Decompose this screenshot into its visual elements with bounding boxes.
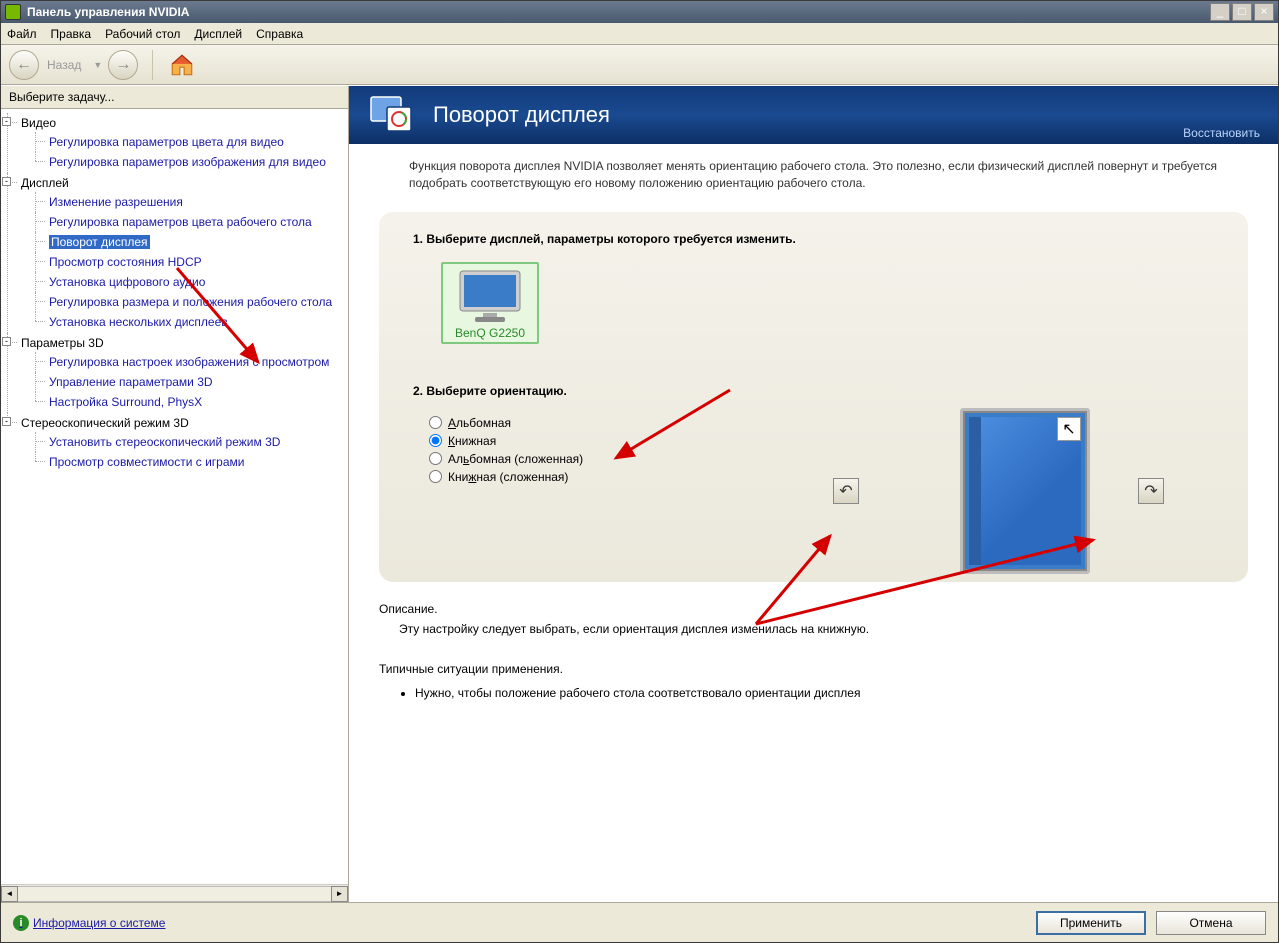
tree-toggle[interactable]: - bbox=[2, 177, 11, 186]
orientation-option[interactable]: Альбомная bbox=[429, 414, 1214, 432]
tree-item-rotate-display[interactable]: Поворот дисплея bbox=[49, 235, 150, 249]
content-pane: Поворот дисплея Восстановить Функция пов… bbox=[349, 86, 1278, 902]
monitor-icon bbox=[455, 269, 525, 324]
restore-defaults-link[interactable]: Восстановить bbox=[1183, 126, 1260, 140]
info-icon: i bbox=[13, 915, 29, 931]
preview-swap-button[interactable]: ↖ bbox=[1057, 417, 1081, 441]
rotate-cw-icon: ↷ bbox=[1144, 481, 1157, 501]
description-label: Описание. bbox=[379, 602, 1248, 616]
orientation-option[interactable]: Книжная (сложенная) bbox=[429, 468, 1214, 486]
rotate-ccw-icon: ↶ bbox=[839, 481, 852, 501]
orientation-preview: ↖ bbox=[960, 408, 1090, 574]
page-title: Поворот дисплея bbox=[433, 102, 1258, 128]
window-title: Панель управления NVIDIA bbox=[27, 5, 1210, 19]
tree-group-stereo[interactable]: Стереоскопический режим 3D bbox=[21, 416, 189, 430]
content-header: Поворот дисплея Восстановить bbox=[349, 86, 1278, 144]
tree-toggle[interactable]: - bbox=[2, 337, 11, 346]
display-thumbnail[interactable]: BenQ G2250 bbox=[441, 262, 539, 344]
system-info-label: Информация о системе bbox=[33, 916, 165, 930]
scroll-right-button[interactable]: ► bbox=[331, 886, 348, 902]
rotate-display-icon bbox=[369, 93, 417, 137]
sidebar-header: Выберите задачу... bbox=[1, 86, 348, 109]
tree-item[interactable]: Изменение разрешения bbox=[49, 195, 183, 209]
tree-item[interactable]: Установка нескольких дисплеев bbox=[49, 315, 228, 329]
home-button[interactable] bbox=[167, 50, 197, 80]
footer: i Информация о системе Применить Отмена bbox=[1, 902, 1278, 942]
nav-back-button[interactable]: ← bbox=[9, 50, 39, 80]
preview-taskbar bbox=[969, 417, 981, 565]
app-window: Панель управления NVIDIA _ □ × Файл Прав… bbox=[0, 0, 1279, 943]
orientation-label[interactable]: Альбомная (сложенная) bbox=[448, 452, 583, 466]
orientation-radio[interactable] bbox=[429, 452, 442, 465]
orientation-label[interactable]: Альбомная bbox=[448, 416, 511, 430]
tree-item[interactable]: Просмотр состояния HDCP bbox=[49, 255, 202, 269]
maximize-button[interactable]: □ bbox=[1232, 3, 1252, 21]
nav-forward-button[interactable]: → bbox=[108, 50, 138, 80]
usage-label: Типичные ситуации применения. bbox=[379, 662, 1248, 676]
tree-item[interactable]: Регулировка размера и положения рабочего… bbox=[49, 295, 332, 309]
settings-panel: 1. Выберите дисплей, параметры которого … bbox=[379, 212, 1248, 582]
system-info-link[interactable]: i Информация о системе bbox=[13, 915, 165, 931]
sidebar: Выберите задачу... - Видео Регулировка п… bbox=[1, 86, 349, 902]
menu-edit[interactable]: Правка bbox=[51, 27, 92, 41]
tree-group-video[interactable]: Видео bbox=[21, 116, 56, 130]
orientation-option[interactable]: Книжная bbox=[429, 432, 1214, 450]
usage-list: Нужно, чтобы положение рабочего стола со… bbox=[379, 686, 1248, 700]
orientation-label[interactable]: Книжная bbox=[448, 434, 496, 448]
orientation-option[interactable]: Альбомная (сложенная) bbox=[429, 450, 1214, 468]
tree-item[interactable]: Установить стереоскопический режим 3D bbox=[49, 435, 280, 449]
tree-item[interactable]: Настройка Surround, PhysX bbox=[49, 395, 202, 409]
tree-item[interactable]: Просмотр совместимости с играми bbox=[49, 455, 244, 469]
sidebar-h-scrollbar[interactable]: ◄ ► bbox=[1, 884, 348, 902]
tree-item[interactable]: Управление параметрами 3D bbox=[49, 375, 213, 389]
titlebar: Панель управления NVIDIA _ □ × bbox=[1, 1, 1278, 23]
chevron-down-icon[interactable]: ▼ bbox=[93, 60, 102, 70]
arrow-right-icon: → bbox=[115, 56, 131, 74]
tree-item[interactable]: Установка цифрового аудио bbox=[49, 275, 205, 289]
intro-text: Функция поворота дисплея NVIDIA позволяе… bbox=[379, 158, 1248, 192]
display-name: BenQ G2250 bbox=[448, 326, 532, 340]
apply-button[interactable]: Применить bbox=[1036, 911, 1146, 935]
orientation-label[interactable]: Книжная (сложенная) bbox=[448, 470, 568, 484]
close-button[interactable]: × bbox=[1254, 3, 1274, 21]
menu-desktop[interactable]: Рабочий стол bbox=[105, 27, 180, 41]
usage-item: Нужно, чтобы положение рабочего стола со… bbox=[415, 686, 1248, 700]
nav-back-label: Назад bbox=[47, 58, 81, 72]
toolbar-separator bbox=[152, 50, 153, 80]
tree-toggle[interactable]: - bbox=[2, 117, 11, 126]
app-icon bbox=[5, 4, 21, 20]
scroll-left-button[interactable]: ◄ bbox=[1, 886, 18, 902]
orientation-radio[interactable] bbox=[429, 434, 442, 447]
orientation-radio[interactable] bbox=[429, 470, 442, 483]
menu-display[interactable]: Дисплей bbox=[194, 27, 242, 41]
arrow-left-icon: ← bbox=[16, 56, 32, 74]
menu-file[interactable]: Файл bbox=[7, 27, 37, 41]
rotate-cw-button[interactable]: ↷ bbox=[1138, 478, 1164, 504]
step2-title: 2. Выберите ориентацию. bbox=[413, 384, 1214, 398]
tree-item[interactable]: Регулировка параметров изображения для в… bbox=[49, 155, 326, 169]
tree-group-display[interactable]: Дисплей bbox=[21, 176, 69, 190]
tree-item[interactable]: Регулировка настроек изображения с просм… bbox=[49, 355, 329, 369]
cancel-button[interactable]: Отмена bbox=[1156, 911, 1266, 935]
toolbar: ← Назад ▼ → bbox=[1, 45, 1278, 85]
task-tree: - Видео Регулировка параметров цвета для… bbox=[1, 109, 348, 884]
tree-toggle[interactable]: - bbox=[2, 417, 11, 426]
menu-help[interactable]: Справка bbox=[256, 27, 303, 41]
swap-icon: ↖ bbox=[1062, 419, 1075, 439]
description-text: Эту настройку следует выбрать, если орие… bbox=[379, 622, 1248, 636]
scroll-track[interactable] bbox=[18, 886, 331, 902]
tree-item[interactable]: Регулировка параметров цвета для видео bbox=[49, 135, 284, 149]
orientation-radio[interactable] bbox=[429, 416, 442, 429]
rotate-ccw-button[interactable]: ↶ bbox=[833, 478, 859, 504]
tree-group-3d[interactable]: Параметры 3D bbox=[21, 336, 104, 350]
menubar: Файл Правка Рабочий стол Дисплей Справка bbox=[1, 23, 1278, 45]
minimize-button[interactable]: _ bbox=[1210, 3, 1230, 21]
tree-item[interactable]: Регулировка параметров цвета рабочего ст… bbox=[49, 215, 312, 229]
home-icon bbox=[169, 52, 195, 78]
step1-title: 1. Выберите дисплей, параметры которого … bbox=[413, 232, 1214, 246]
